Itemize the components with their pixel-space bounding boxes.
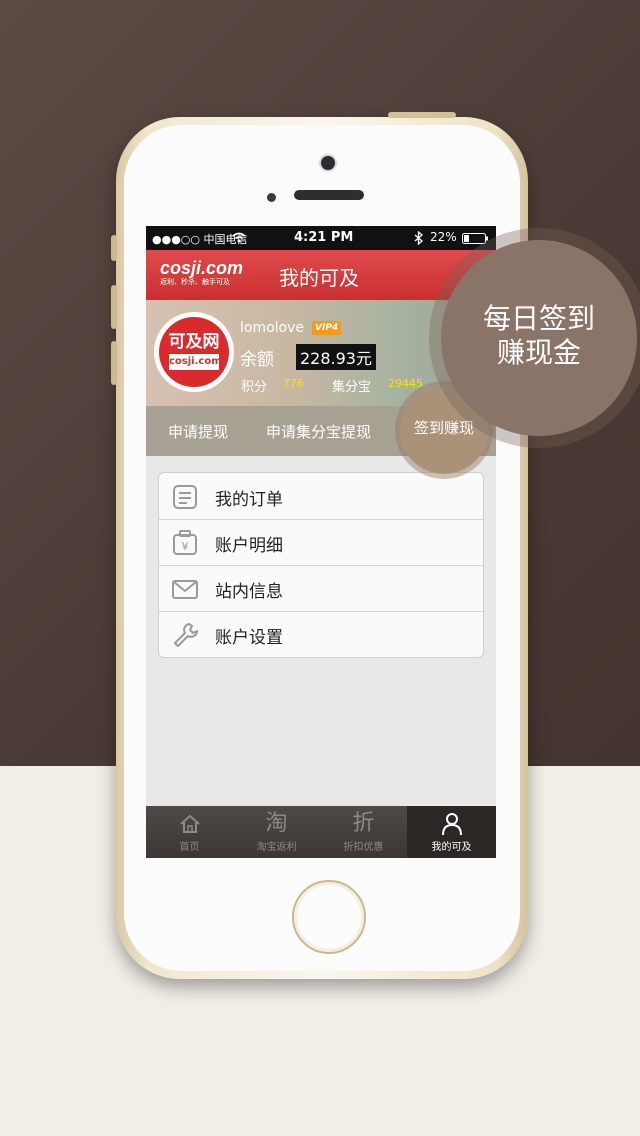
promo-text: 每日签到 赚现金 [441, 302, 637, 370]
bluetooth-icon [414, 231, 423, 245]
jifenbao-label: 集分宝 [332, 380, 372, 395]
promo-line-1: 每日签到 [482, 302, 595, 335]
menu-item-messages[interactable]: 站内信息 [159, 565, 483, 612]
svg-text:¥: ¥ [182, 540, 189, 553]
proximity-sensor [267, 193, 276, 202]
tab-label: 折扣优惠 [343, 842, 384, 853]
jifenbao-value: 29445 [388, 377, 423, 390]
account-menu: 我的订单 ¥ 账户明细 站内信息 账户设置 [158, 472, 484, 658]
logo-wordmark: cosji.com [160, 258, 244, 278]
tab-label: 首页 [179, 842, 200, 853]
user-icon [407, 812, 496, 836]
app-header: cosji.com 返利、秒杀、触手可及 我的可及 [146, 250, 496, 300]
tab-label: 淘宝返利 [256, 842, 297, 853]
page-title: 我的可及 [279, 266, 359, 290]
volume-up-button [111, 285, 117, 329]
username: lomolove [240, 320, 305, 336]
power-button [388, 112, 456, 118]
menu-item-orders[interactable]: 我的订单 [159, 473, 483, 520]
front-camera [321, 156, 335, 170]
points-label: 积分 [241, 380, 268, 395]
tab-home[interactable]: 首页 [146, 806, 233, 858]
tab-label: 我的可及 [431, 842, 472, 853]
discount-icon: 折 [352, 811, 375, 836]
menu-item-label: 账户设置 [215, 628, 283, 648]
withdraw-button[interactable]: 申请提现 [168, 421, 228, 442]
avatar-logo: 可及网 cosji.com [159, 317, 229, 387]
order-list-icon [173, 485, 197, 509]
tab-discounts[interactable]: 折 折扣优惠 [320, 806, 407, 858]
menu-item-label: 我的订单 [215, 490, 283, 510]
home-icon [146, 812, 233, 836]
wallet-yuan-icon: ¥ [173, 530, 197, 555]
status-time: 4:21 PM [294, 230, 354, 245]
menu-item-account-details[interactable]: ¥ 账户明细 [159, 519, 483, 566]
promo-line-2: 赚现金 [496, 336, 581, 369]
withdraw-jifenbao-button[interactable]: 申请集分宝提现 [266, 421, 371, 442]
balance-value: 228.93元 [296, 344, 376, 370]
checkin-highlight-label: 签到赚现 [413, 419, 474, 437]
volume-down-button [111, 341, 117, 385]
avatar[interactable]: 可及网 cosji.com [154, 312, 234, 392]
battery-icon [462, 233, 488, 244]
mail-icon [172, 580, 198, 599]
cosji-logo[interactable]: cosji.com 返利、秒杀、触手可及 [160, 258, 243, 287]
avatar-title: 可及网 [168, 332, 220, 352]
menu-item-label: 账户明细 [215, 536, 283, 556]
tab-bar: 首页 淘 淘宝返利 折 折扣优惠 我的可及 [146, 806, 496, 858]
battery-percent: 22% [430, 230, 457, 244]
home-button[interactable] [292, 880, 366, 954]
status-bar: ●●●○○ 中国电信 4:21 PM 22% [146, 226, 496, 250]
mute-switch [111, 235, 117, 261]
earpiece-speaker [294, 190, 364, 200]
tab-taobao-rebate[interactable]: 淘 淘宝返利 [233, 806, 320, 858]
wrench-icon [174, 623, 198, 647]
taobao-icon: 淘 [265, 811, 288, 836]
balance-label: 余额 [240, 350, 274, 370]
vip-badge: VIP4 [312, 321, 342, 335]
avatar-subtitle: cosji.com [169, 354, 222, 370]
menu-item-settings[interactable]: 账户设置 [159, 611, 483, 657]
points-value: 776 [283, 377, 304, 390]
wifi-icon [232, 232, 246, 243]
menu-item-label: 站内信息 [215, 582, 283, 602]
tab-my-account[interactable]: 我的可及 [407, 806, 496, 858]
promo-badge: 每日签到 赚现金 [441, 240, 637, 436]
